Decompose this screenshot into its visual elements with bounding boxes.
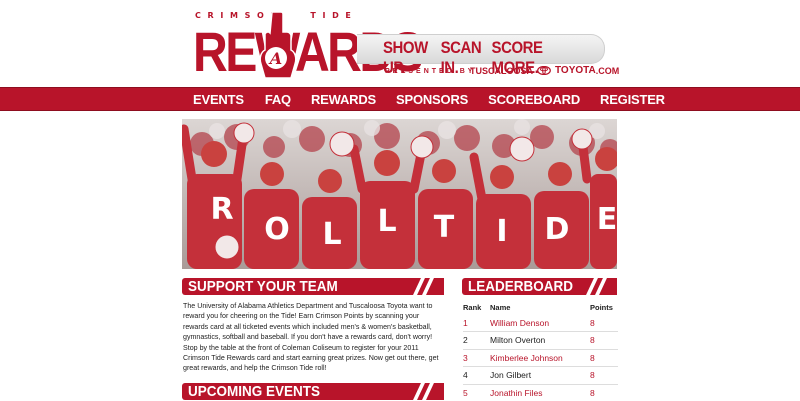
leaderboard-table: Rank Name Points 1 William Denson 8 2 Mi… xyxy=(463,300,618,401)
sponsor-suffix: .COM xyxy=(595,65,620,76)
row-rank: 2 xyxy=(463,331,490,350)
support-description: The University of Alabama Athletics Depa… xyxy=(183,302,439,373)
upcoming-events-title: UPCOMING EVENTS xyxy=(188,383,321,400)
row-points: 8 xyxy=(590,349,618,367)
column-header-rank: Rank xyxy=(463,302,482,312)
sponsor-prefix: TUSCALOOSA xyxy=(470,65,533,76)
row-name-link[interactable]: Kimberlee Johnson xyxy=(490,349,590,367)
main-nav: EVENTS FAQ REWARDS SPONSORS SCOREBOARD R… xyxy=(0,87,800,111)
hero-letter-d: D xyxy=(545,212,570,247)
support-your-team-title: SUPPORT YOUR TEAM xyxy=(188,278,338,295)
hero-letter-l1: L xyxy=(322,217,341,252)
table-row: 5 Jonathin Files 8 xyxy=(463,384,618,401)
hero-letter-i: I xyxy=(496,214,507,249)
hero-letter-e: E xyxy=(597,202,617,237)
column-header-points: Points xyxy=(590,302,613,312)
hero-letter-o: O xyxy=(264,212,290,247)
row-name-link[interactable]: Jonathin Files xyxy=(490,384,590,401)
presented-by-label: PRESENTED BY xyxy=(385,68,476,75)
hero-letter-t: T xyxy=(434,210,455,245)
row-name-link[interactable]: Jon Gilbert xyxy=(490,366,590,385)
nav-item-rewards[interactable]: REWARDS xyxy=(311,88,376,112)
table-row: 2 Milton Overton 8 xyxy=(463,331,618,350)
sponsor-link[interactable]: TUSCALOOSA TOYOTA .COM xyxy=(470,65,619,76)
nav-item-faq[interactable]: FAQ xyxy=(265,88,291,112)
nav-item-events[interactable]: EVENTS xyxy=(193,88,244,112)
row-rank: 5 xyxy=(463,384,490,401)
hero-letter-l2: L xyxy=(377,204,396,239)
row-name-link[interactable]: William Denson xyxy=(490,314,590,332)
table-row: 3 Kimberlee Johnson 8 xyxy=(463,349,618,367)
table-row: 4 Jon Gilbert 8 xyxy=(463,366,618,385)
hero-crowd-illustration: R O L L T I D E xyxy=(182,119,617,269)
nav-item-sponsors[interactable]: SPONSORS xyxy=(396,88,468,112)
upcoming-events-header: UPCOMING EVENTS xyxy=(182,382,444,401)
sponsor-name: TOYOTA xyxy=(555,65,596,76)
foam-finger-icon: A xyxy=(259,11,297,79)
leaderboard-header-row: Rank Name Points xyxy=(463,300,618,314)
column-header-name: Name xyxy=(490,302,511,312)
row-rank: 3 xyxy=(463,349,490,367)
hero-letter-r: R xyxy=(210,192,233,227)
nav-item-scoreboard[interactable]: SCOREBOARD xyxy=(488,88,580,112)
svg-text:A: A xyxy=(268,49,282,68)
row-rank: 1 xyxy=(463,314,490,332)
row-points: 8 xyxy=(590,331,618,350)
row-points: 8 xyxy=(590,366,618,385)
row-points: 8 xyxy=(590,314,618,332)
row-name-link[interactable]: Milton Overton xyxy=(490,331,590,350)
table-row: 1 William Denson 8 xyxy=(463,314,618,332)
support-your-team-header: SUPPORT YOUR TEAM xyxy=(182,277,444,296)
leaderboard-header: LEADERBOARD xyxy=(462,277,617,296)
leaderboard-title: LEADERBOARD xyxy=(468,278,574,295)
nav-item-register[interactable]: REGISTER xyxy=(600,88,665,112)
row-rank: 4 xyxy=(463,366,490,385)
row-points: 8 xyxy=(590,384,618,401)
hero-fans-photo: R O L L T I D E xyxy=(182,119,617,269)
crimson-tide-rewards-logo[interactable]: CRIMSONTIDE REWARDS A xyxy=(193,10,424,82)
toyota-logo-icon xyxy=(537,66,551,75)
